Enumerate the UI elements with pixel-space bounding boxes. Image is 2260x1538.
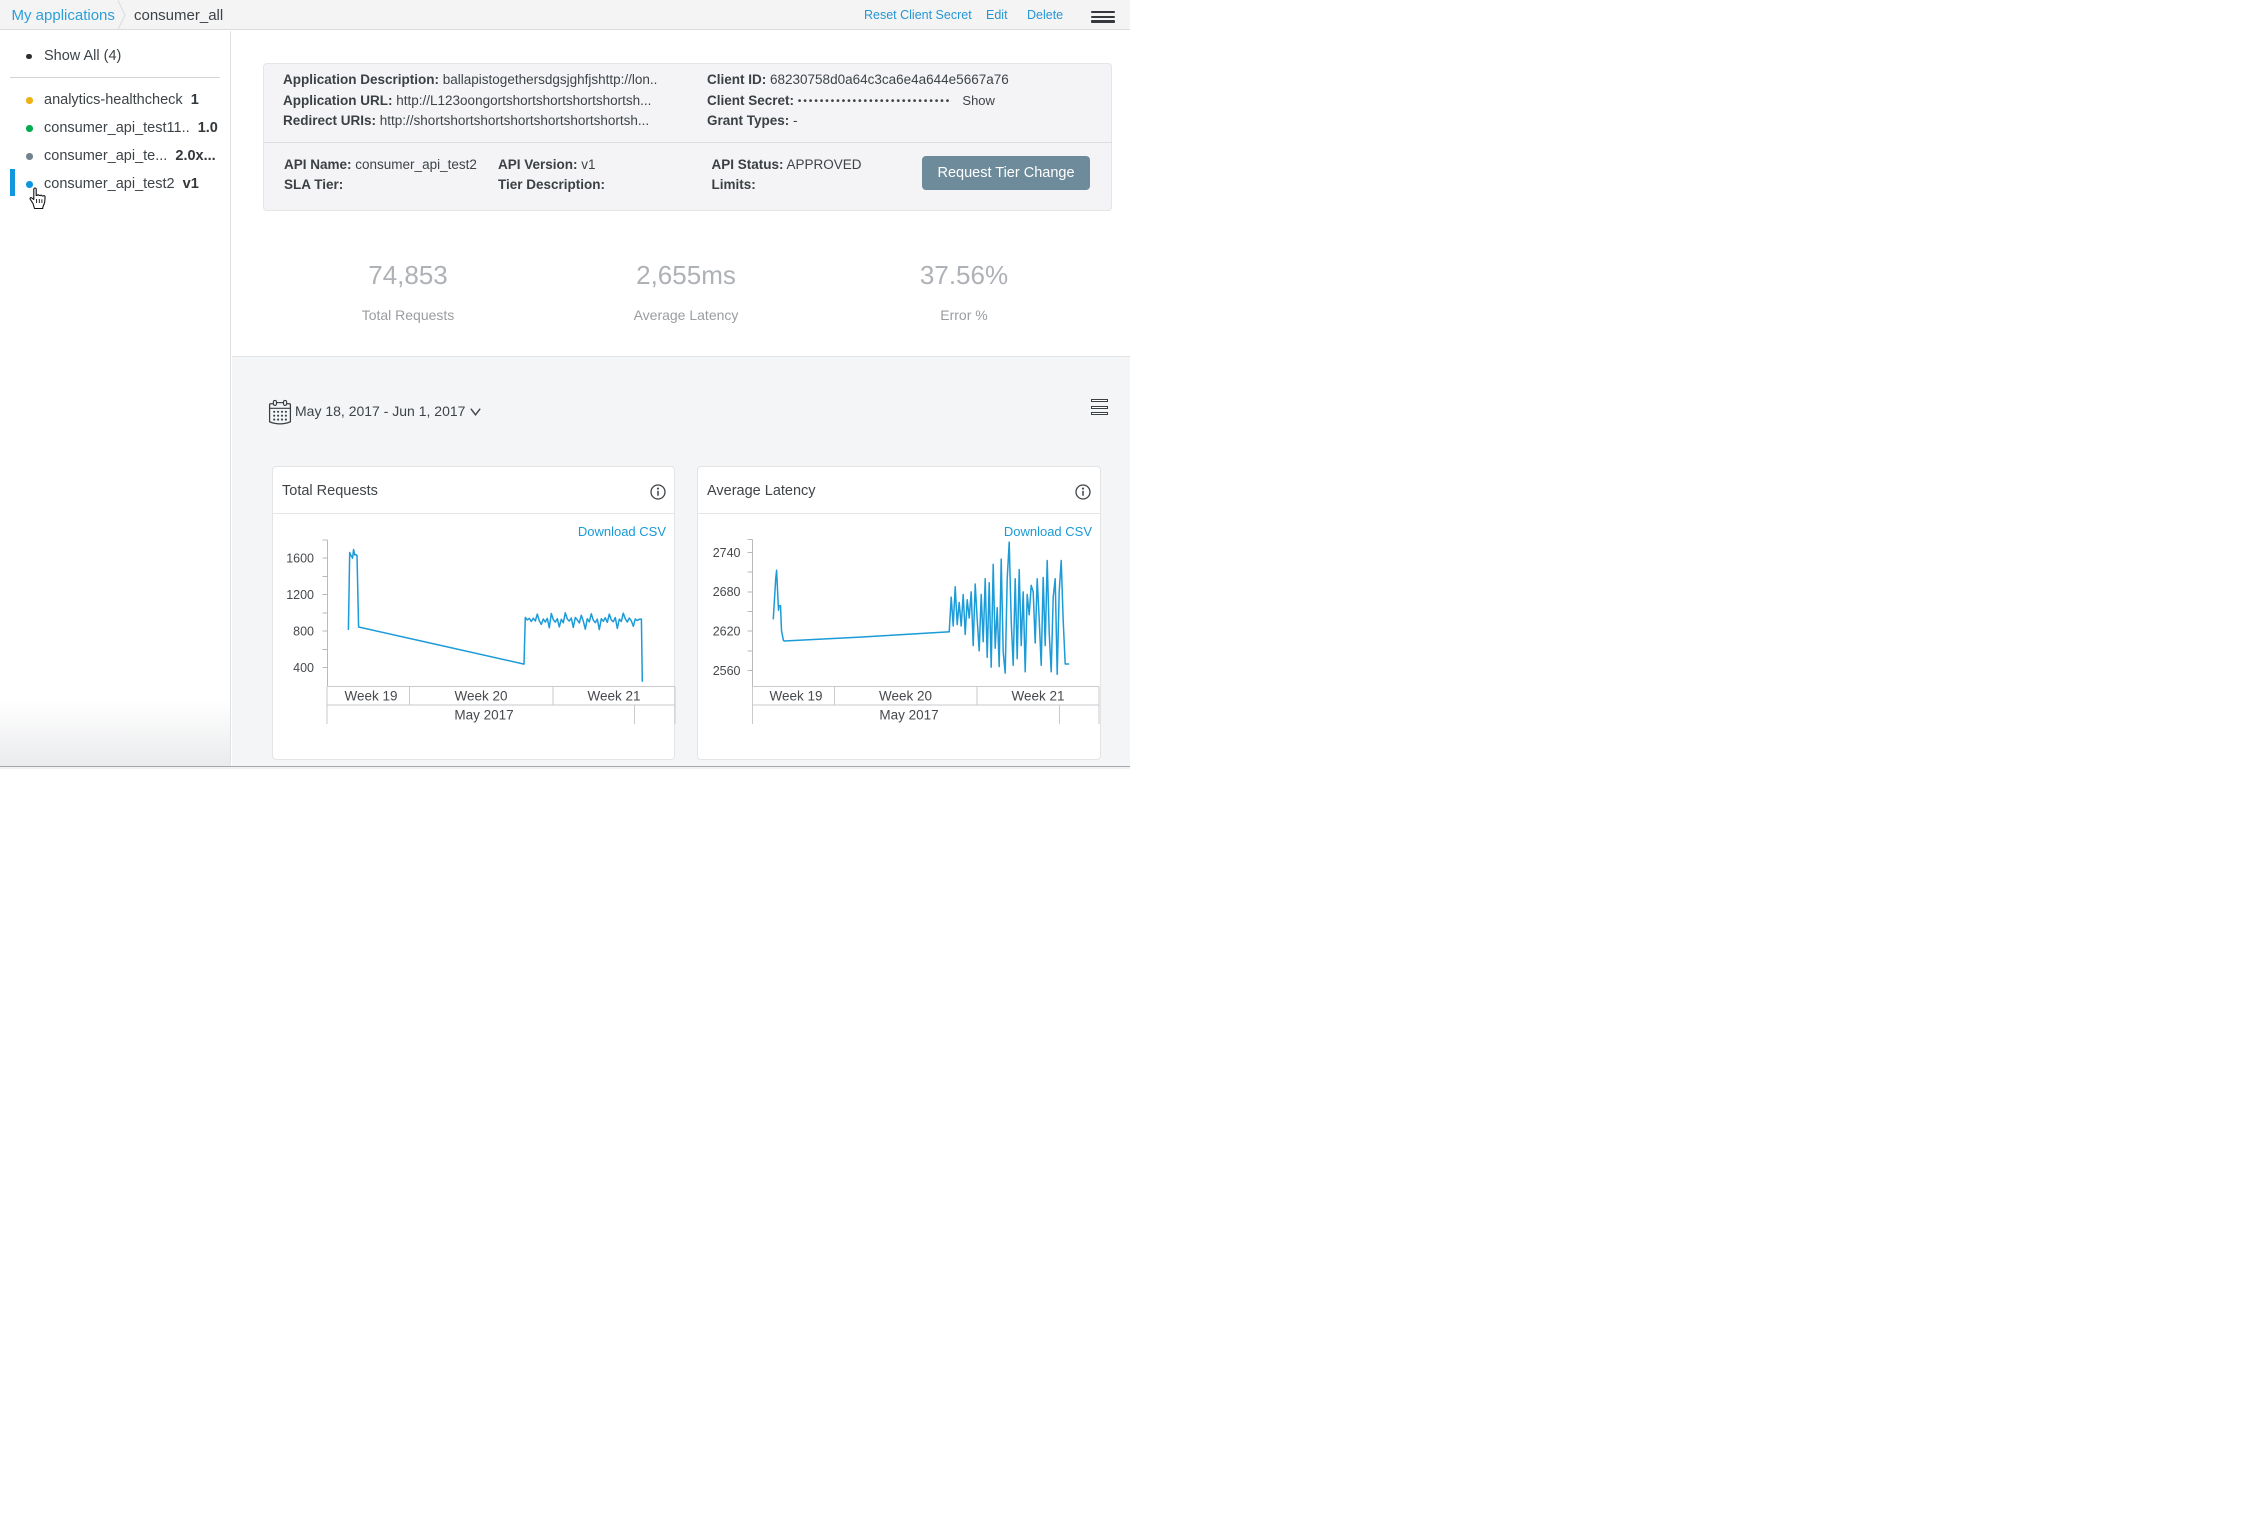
- svg-text:Week 19: Week 19: [344, 689, 397, 704]
- svg-text:May 2017: May 2017: [454, 707, 513, 722]
- svg-text:Week 19: Week 19: [769, 689, 822, 704]
- svg-text:1200: 1200: [286, 588, 314, 602]
- svg-text:2680: 2680: [713, 585, 741, 599]
- svg-text:800: 800: [293, 624, 314, 638]
- svg-text:2620: 2620: [713, 624, 741, 638]
- svg-text:2560: 2560: [713, 664, 741, 678]
- svg-text:May 2017: May 2017: [879, 707, 938, 722]
- svg-text:Week 21: Week 21: [1011, 689, 1064, 704]
- svg-text:Week 20: Week 20: [879, 689, 932, 704]
- svg-text:400: 400: [293, 661, 314, 675]
- svg-text:Week 21: Week 21: [587, 689, 640, 704]
- svg-text:2740: 2740: [713, 546, 741, 560]
- svg-text:Week 20: Week 20: [454, 689, 507, 704]
- svg-text:1600: 1600: [286, 551, 314, 565]
